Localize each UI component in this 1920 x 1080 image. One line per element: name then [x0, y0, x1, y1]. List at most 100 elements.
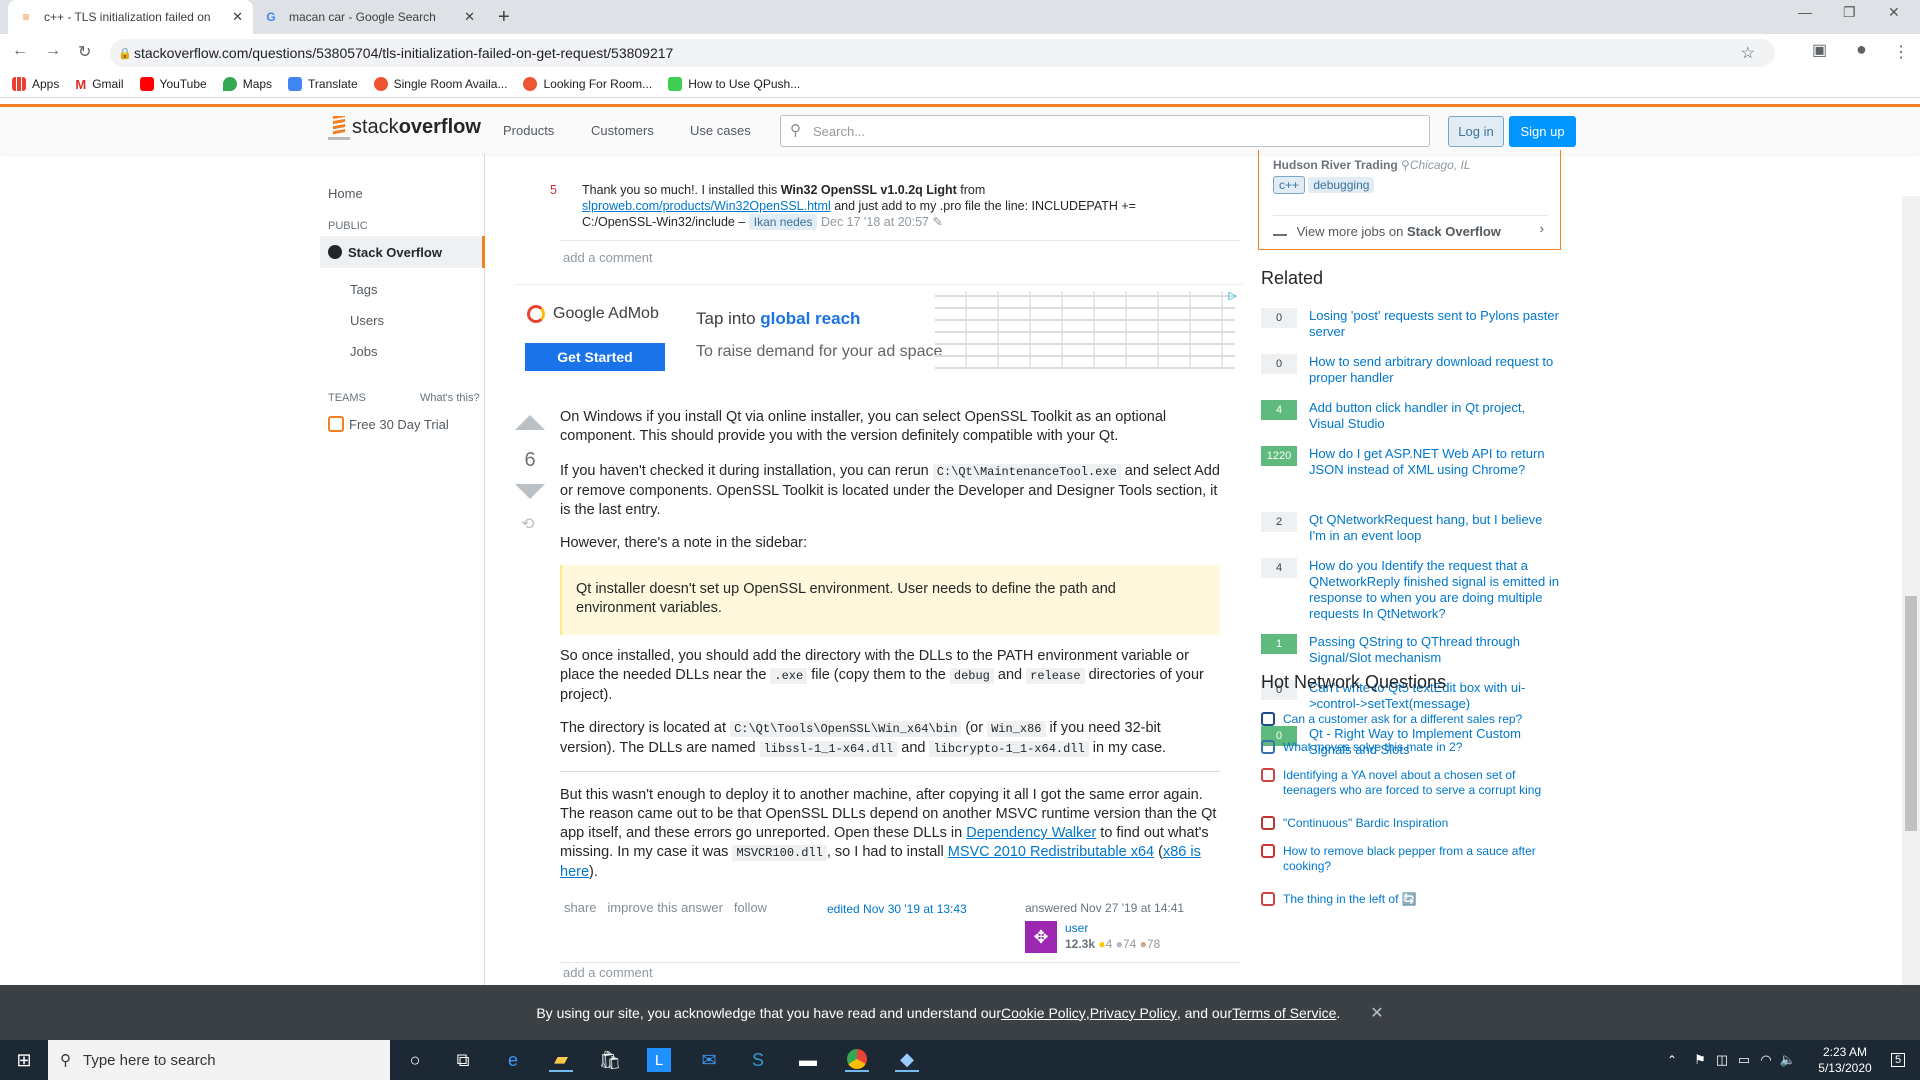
stackoverflow-logo[interactable]: stack overflow — [328, 114, 481, 140]
nav-tags[interactable]: Tags — [350, 282, 377, 297]
related-item[interactable]: 4 Add button click handler in Qt project,… — [1261, 400, 1561, 432]
whats-this-link[interactable]: What's this? — [420, 392, 480, 404]
hot-question-item[interactable]: How to remove black pepper from a sauce … — [1261, 844, 1561, 874]
related-item[interactable]: 2 Qt QNetworkRequest hang, but I believe … — [1261, 512, 1561, 544]
free-trial-link[interactable]: Free 30 Day Trial — [328, 416, 449, 432]
close-window-button[interactable]: ✕ — [1888, 4, 1900, 21]
bookmark-maps[interactable]: Maps — [222, 76, 272, 91]
ad-banner[interactable]: Google AdMob Get Started Tap into global… — [515, 284, 1243, 374]
address-bar[interactable]: 🔒 stackoverflow.com/questions/53805704/t… — [110, 39, 1775, 67]
related-title-link[interactable]: How do you Identify the request that a Q… — [1309, 558, 1561, 622]
hot-question-item[interactable]: What moves solve this mate in 2? — [1261, 740, 1561, 755]
downvote-button[interactable] — [515, 484, 545, 499]
tab-google-search[interactable]: G macan car - Google Search ✕ — [253, 0, 485, 34]
restore-button[interactable]: ❐ — [1843, 4, 1856, 21]
bookmark-qpush[interactable]: How to Use QPush... — [668, 76, 800, 91]
related-item[interactable]: 1 Passing QString to QThread through Sign… — [1261, 634, 1561, 666]
related-title-link[interactable]: Passing QString to QThread through Signa… — [1309, 634, 1561, 666]
hot-question-link[interactable]: Can a customer ask for a different sales… — [1283, 712, 1522, 727]
edited-link[interactable]: edited Nov 30 '19 at 13:43 — [827, 902, 967, 916]
bookmark-gmail[interactable]: M Gmail — [75, 77, 123, 92]
file-explorer-icon[interactable]: ▰ — [549, 1048, 573, 1072]
job-tag[interactable]: c++ — [1273, 176, 1306, 194]
mail-icon[interactable]: ✉ — [697, 1048, 721, 1072]
terms-link[interactable]: Terms of Service — [1232, 1005, 1336, 1021]
adchoices-icon[interactable]: ▷ — [1229, 289, 1237, 302]
edge-icon[interactable]: e — [501, 1048, 525, 1072]
cookie-policy-link[interactable]: Cookie Policy — [1001, 1005, 1086, 1021]
forward-arrow-icon[interactable]: → — [45, 42, 61, 60]
hot-question-item[interactable]: The thing in the left of 🔄 — [1261, 892, 1561, 907]
tab-stackoverflow[interactable]: ≡ c++ - TLS initialization failed on ✕ — [8, 0, 253, 34]
signup-button[interactable]: Sign up — [1509, 116, 1576, 147]
notification-icon[interactable]: 5 — [1886, 1048, 1910, 1072]
nav-use-cases[interactable]: Use cases — [690, 123, 751, 138]
wifi-icon[interactable]: ◠ — [1754, 1048, 1778, 1072]
hot-question-link[interactable]: "Continuous" Bardic Inspiration — [1283, 816, 1448, 831]
edit-pencil-icon[interactable]: ✎ — [932, 215, 942, 229]
job-tag[interactable]: debugging — [1308, 177, 1375, 193]
nav-stack-overflow[interactable]: Stack Overflow — [320, 236, 485, 268]
hot-question-item[interactable]: "Continuous" Bardic Inspiration — [1261, 816, 1561, 831]
task-view-icon[interactable]: ⧉ — [451, 1048, 475, 1072]
comment-user-link[interactable]: Ikan nedes — [748, 214, 818, 230]
tray-chevron-icon[interactable]: ⌃ — [1660, 1048, 1684, 1072]
nav-home[interactable]: Home — [328, 186, 363, 201]
add-comment-link[interactable]: add a comment — [563, 250, 653, 265]
nav-users[interactable]: Users — [350, 313, 384, 328]
bookmark-star-icon[interactable]: ☆ — [1741, 43, 1755, 63]
tray-icons[interactable]: ⚑ — [1688, 1048, 1712, 1072]
related-item[interactable]: 1220 How do I get ASP.NET Web API to retu… — [1261, 446, 1561, 478]
nav-customers[interactable]: Customers — [591, 123, 654, 138]
related-title-link[interactable]: How do I get ASP.NET Web API to return J… — [1309, 446, 1561, 478]
app-s-icon[interactable]: S — [746, 1048, 770, 1072]
nav-jobs[interactable]: Jobs — [350, 344, 377, 359]
account-icon[interactable]: ● — [1856, 39, 1867, 60]
related-item[interactable]: 0 How to send arbitrary download request … — [1261, 354, 1561, 386]
bookmark-apps[interactable]: Apps — [12, 76, 59, 91]
hot-question-link[interactable]: What moves solve this mate in 2? — [1283, 740, 1462, 755]
volume-icon[interactable]: 🔈 — [1776, 1048, 1800, 1072]
back-arrow-icon[interactable]: ← — [12, 42, 28, 60]
improve-link[interactable]: improve this answer — [607, 900, 723, 915]
hot-question-link[interactable]: The thing in the left of 🔄 — [1283, 892, 1417, 907]
tray-network-icon[interactable]: ◫ — [1710, 1048, 1734, 1072]
minimize-button[interactable]: — — [1798, 4, 1812, 20]
user-avatar[interactable]: ✥ — [1025, 921, 1057, 953]
qt-app-icon[interactable]: ◆ — [895, 1048, 919, 1072]
comment-link[interactable]: slproweb.com/products/Win32OpenSSL.html — [582, 199, 831, 213]
bookmark-translate[interactable]: Translate — [288, 76, 358, 91]
privacy-policy-link[interactable]: Privacy Policy — [1090, 1005, 1177, 1021]
store-icon[interactable]: 🛍 — [598, 1048, 622, 1072]
app-l-icon[interactable]: L — [647, 1048, 671, 1072]
add-comment-link[interactable]: add a comment — [563, 965, 653, 980]
page-scrollbar[interactable] — [1902, 196, 1920, 985]
history-icon[interactable]: ⟲ — [521, 514, 534, 534]
related-item[interactable]: 0 Losing 'post' requests sent to Pylons p… — [1261, 308, 1561, 340]
msvc-redist-link[interactable]: MSVC 2010 Redistributable x64 — [948, 844, 1154, 860]
upvote-button[interactable] — [515, 415, 545, 430]
reload-icon[interactable]: ↻ — [78, 42, 91, 62]
clock[interactable]: 2:23 AM 5/13/2020 — [1810, 1044, 1880, 1076]
new-tab-button[interactable]: + — [498, 6, 510, 29]
login-button[interactable]: Log in — [1448, 116, 1504, 147]
search-input[interactable]: ⚲ Search... — [780, 115, 1430, 147]
follow-link[interactable]: follow — [734, 900, 767, 915]
bookmark-youtube[interactable]: YouTube — [139, 76, 207, 91]
related-title-link[interactable]: Qt QNetworkRequest hang, but I believe I… — [1309, 512, 1561, 544]
menu-dots-icon[interactable]: ⋮ — [1893, 42, 1909, 62]
nav-products[interactable]: Products — [503, 123, 554, 138]
user-name-link[interactable]: user — [1065, 921, 1088, 935]
terminal-icon[interactable]: ▬ — [796, 1048, 820, 1072]
related-title-link[interactable]: How to send arbitrary download request t… — [1309, 354, 1561, 386]
windows-start-icon[interactable]: ⊞ — [12, 1048, 36, 1072]
bookmark-single-room[interactable]: Single Room Availa... — [373, 76, 507, 91]
related-title-link[interactable]: Losing 'post' requests sent to Pylons pa… — [1309, 308, 1561, 340]
extension-icon[interactable]: ▣ — [1812, 40, 1827, 60]
taskbar-search-input[interactable]: ⚲ Type here to search — [48, 1040, 390, 1080]
dependency-walker-link[interactable]: Dependency Walker — [966, 825, 1096, 841]
tray-battery-icon[interactable]: ▭ — [1732, 1048, 1756, 1072]
hot-question-item[interactable]: Can a customer ask for a different sales… — [1261, 712, 1561, 727]
ad-get-started-button[interactable]: Get Started — [525, 343, 665, 371]
close-icon[interactable]: ✕ — [1370, 1003, 1383, 1023]
